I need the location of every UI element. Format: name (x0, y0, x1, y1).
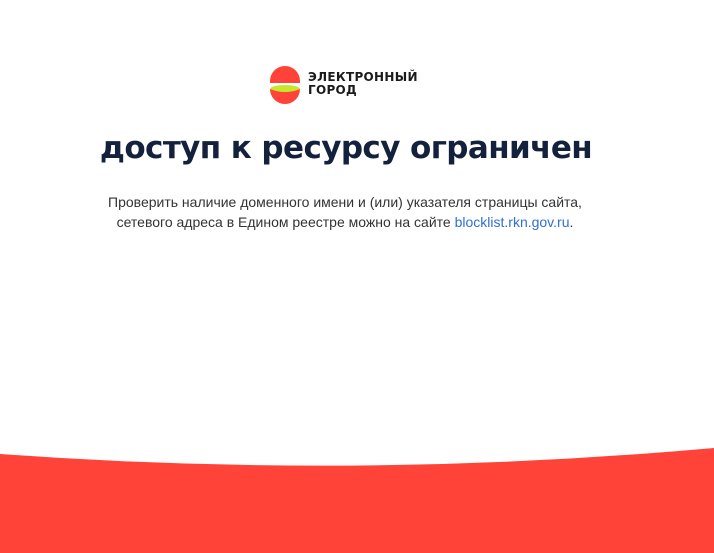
logo-line-2: ГОРОД (308, 83, 358, 97)
description-line-1: Проверить наличие доменного имени и (или… (108, 194, 582, 210)
logo-wordmark: ЭЛЕКТРОННЫЙ ГОРОД (308, 71, 418, 97)
block-description: Проверить наличие доменного имени и (или… (0, 192, 690, 232)
red-wave-footer (0, 448, 714, 553)
page-title: доступ к ресурсу ограничен (99, 130, 593, 166)
electronic-city-logo-icon (270, 66, 300, 104)
blocked-page: ЭЛЕКТРОННЫЙ ГОРОД доступ к ресурсу огран… (0, 0, 714, 553)
provider-logo: ЭЛЕКТРОННЫЙ ГОРОД (268, 62, 418, 106)
description-line-2: сетевого адреса в Едином реестре можно н… (116, 214, 455, 230)
blocklist-link[interactable]: blocklist.rkn.gov.ru (455, 214, 570, 230)
description-period: . (569, 214, 574, 230)
